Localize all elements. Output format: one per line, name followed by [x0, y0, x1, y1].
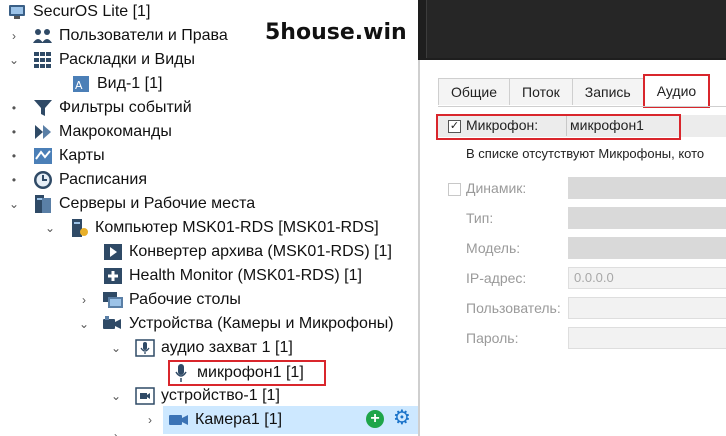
tree-item-layouts[interactable]: Раскладки и Виды — [32, 48, 195, 72]
tree-item-label: устройство-1 [1] — [161, 387, 280, 404]
map-icon — [32, 146, 54, 166]
view-icon: A — [70, 74, 92, 94]
collapse-arrow-icon[interactable]: ⌄ — [110, 341, 122, 355]
collapse-arrow-icon[interactable]: ⌄ — [8, 53, 20, 67]
microphone-checkbox[interactable]: ✓ — [448, 120, 461, 133]
tree-item-microphone1[interactable]: микрофон1 [1] — [168, 360, 326, 386]
expand-arrow-icon[interactable]: › — [78, 293, 90, 307]
macro-icon — [32, 122, 54, 142]
filter-icon — [32, 98, 54, 118]
model-select[interactable] — [568, 237, 726, 259]
tree-item-label: Устройства (Камеры и Микрофоны) — [129, 315, 394, 332]
tree-item-macros[interactable]: Макрокоманды — [32, 120, 172, 144]
tree-item-label: Пользователи и Права — [59, 27, 228, 44]
field-separator — [566, 116, 567, 136]
tree-item-device1[interactable]: устройство-1 [1] — [134, 384, 280, 408]
bullet-icon: • — [11, 149, 17, 163]
tab-record[interactable]: Запись — [571, 78, 644, 105]
tree-item-health-monitor[interactable]: Health Monitor (MSK01-RDS) [1] — [102, 264, 362, 288]
tree-item-label: Фильтры событий — [59, 99, 192, 116]
tree-item-label: Карты — [59, 147, 105, 164]
tree-item-archive-converter[interactable]: Конвертер архива (MSK01-RDS) [1] — [102, 240, 392, 264]
device-icon — [134, 386, 156, 406]
microphone-icon — [170, 363, 192, 383]
tree-item-label: Раскладки и Виды — [59, 51, 195, 68]
type-select[interactable] — [568, 207, 726, 229]
tab-audio[interactable]: Аудио — [642, 74, 711, 108]
camera-icon — [168, 410, 190, 430]
tree-item-label: аудио захват 1 [1] — [161, 339, 293, 356]
object-tree: SecurOS Lite [1] › Пользователи и Права … — [0, 0, 418, 436]
securos-icon — [6, 2, 28, 22]
tree-item-label: микрофон1 [1] — [197, 364, 304, 381]
microphone-select[interactable]: микрофон1 — [570, 117, 644, 133]
computer-icon — [68, 218, 90, 238]
expand-arrow-icon[interactable]: › — [8, 29, 20, 43]
tab-general[interactable]: Общие — [438, 78, 511, 105]
tree-item-label: Серверы и Рабочие места — [59, 195, 256, 212]
tree-item-label: Рабочие столы — [129, 291, 241, 308]
health-monitor-icon — [102, 266, 124, 286]
tree-item-label: Конвертер архива (MSK01-RDS) [1] — [129, 243, 392, 260]
collapse-arrow-icon[interactable]: ⌄ — [110, 389, 122, 403]
ip-label: IP-адрес: — [466, 270, 527, 286]
expand-arrow-icon[interactable]: › — [110, 429, 122, 436]
add-icon[interactable]: + — [366, 410, 384, 428]
tree-item-label: Health Monitor (MSK01-RDS) [1] — [129, 267, 362, 284]
camera-mic-icon — [102, 314, 124, 334]
microphone-label: Микрофон: — [466, 117, 539, 133]
tree-item-view1[interactable]: A Вид-1 [1] — [70, 72, 162, 96]
collapse-arrow-icon[interactable]: ⌄ — [44, 221, 56, 235]
tree-root-label: SecurOS Lite [1] — [33, 3, 151, 20]
grid-layout-icon — [32, 50, 54, 70]
server-icon — [32, 194, 54, 214]
tree-item-label: Вид-1 [1] — [97, 75, 163, 92]
tree-item-camera1[interactable]: Камера1 [1] — [168, 408, 282, 432]
bullet-icon: • — [11, 125, 17, 139]
collapse-arrow-icon[interactable]: ⌄ — [8, 197, 20, 211]
tree-root[interactable]: SecurOS Lite [1] — [6, 0, 150, 24]
tree-item-users[interactable]: Пользователи и Права — [32, 24, 228, 48]
collapse-arrow-icon[interactable]: ⌄ — [78, 317, 90, 331]
info-text: В списке отсутствуют Микрофоны, кото — [466, 146, 705, 161]
tree-item-devices[interactable]: Устройства (Камеры и Микрофоны) — [102, 312, 394, 336]
model-label: Модель: — [466, 240, 521, 256]
tree-item-audio-capture[interactable]: аудио захват 1 [1] — [134, 336, 293, 360]
password-label: Пароль: — [466, 330, 519, 346]
ip-input[interactable]: 0.0.0.0 — [568, 267, 726, 289]
tree-item-maps[interactable]: Карты — [32, 144, 105, 168]
tree-item-label: Макрокоманды — [59, 123, 172, 140]
dark-header-area — [418, 0, 726, 60]
speaker-label: Динамик: — [466, 180, 527, 196]
tree-item-schedules[interactable]: Расписания — [32, 168, 147, 192]
speaker-select[interactable] — [568, 177, 726, 199]
tab-divider — [438, 106, 726, 107]
tree-item-servers[interactable]: Серверы и Рабочие места — [32, 192, 255, 216]
settings-panel: Общие Поток Запись Аудио ✓ Микрофон: мик… — [418, 60, 726, 436]
watermark-text: 5house.win — [265, 20, 407, 45]
bullet-icon: • — [11, 173, 17, 187]
tree-item-computer[interactable]: Компьютер MSK01-RDS [MSK01-RDS] — [68, 216, 379, 240]
tab-stream[interactable]: Поток — [509, 78, 573, 105]
gear-icon[interactable]: ⚙ — [392, 407, 412, 429]
bullet-icon: • — [11, 101, 17, 115]
play-icon — [102, 242, 124, 262]
microphone-icon — [134, 338, 156, 358]
user-input[interactable] — [568, 297, 726, 319]
user-label: Пользователь: — [466, 300, 561, 316]
type-label: Тип: — [466, 210, 494, 226]
tree-item-label: Расписания — [59, 171, 147, 188]
users-icon — [32, 26, 54, 46]
password-input[interactable] — [568, 327, 726, 349]
tab-bar: Общие Поток Запись Аудио — [438, 74, 711, 108]
expand-arrow-icon[interactable]: › — [144, 413, 156, 427]
tree-item-event-filters[interactable]: Фильтры событий — [32, 96, 192, 120]
tree-item-desktops[interactable]: Рабочие столы — [102, 288, 241, 312]
clock-icon — [32, 170, 54, 190]
desktop-icon — [102, 290, 124, 310]
tree-item-label: Компьютер MSK01-RDS [MSK01-RDS] — [95, 219, 379, 236]
svg-text:A: A — [75, 79, 83, 92]
tree-item-label: Камера1 [1] — [195, 411, 283, 428]
speaker-checkbox[interactable] — [448, 183, 461, 196]
